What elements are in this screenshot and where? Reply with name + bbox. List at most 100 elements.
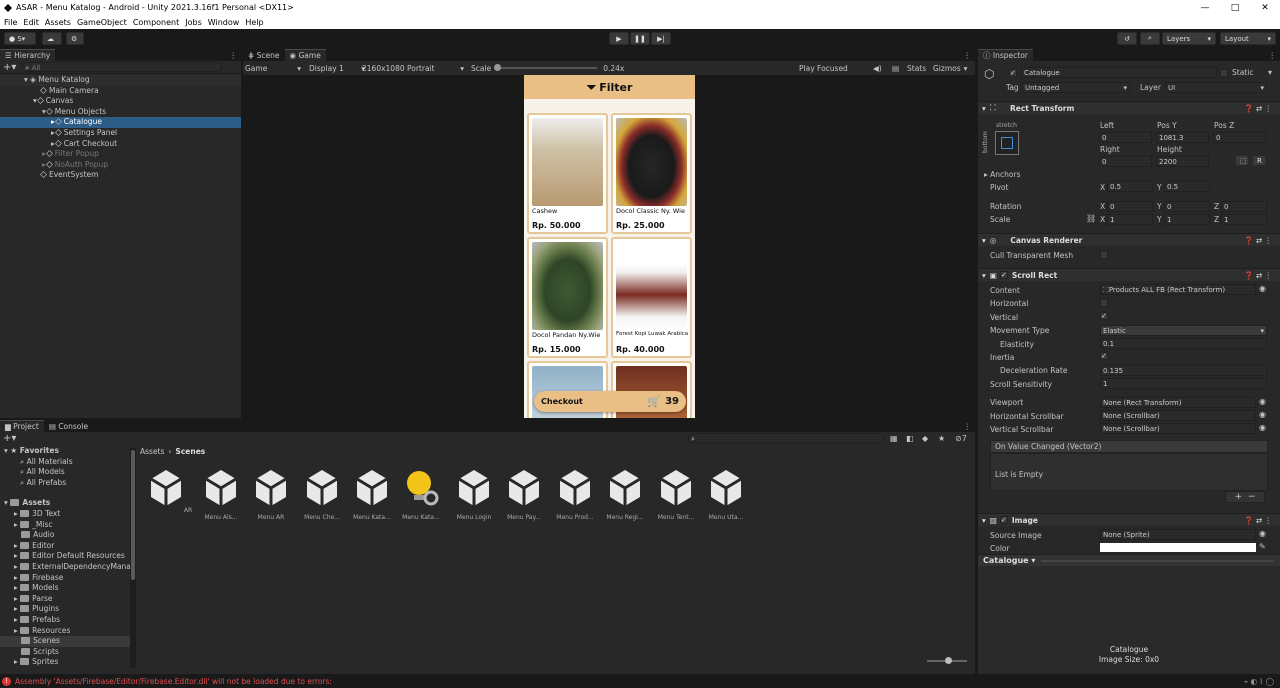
scale-x-input[interactable]: 1 — [1107, 214, 1153, 225]
folder-item[interactable]: ▸ Sprites — [0, 657, 130, 668]
resolution-dropdown[interactable]: 2160x1080 Portrait ▾ — [362, 64, 464, 73]
pivot-x-input[interactable]: 0.5 — [1107, 181, 1153, 192]
image-enabled-checkbox[interactable] — [999, 516, 1008, 524]
search-by-label-icon[interactable]: ◧ — [906, 434, 914, 443]
gizmos-dropdown[interactable]: Gizmos ▾ — [933, 64, 973, 73]
object-picker-icon[interactable]: ◉ — [1259, 529, 1266, 538]
active-checkbox[interactable] — [1009, 69, 1017, 77]
favorite-all-prefabs[interactable]: ⌕ All Prefabs — [0, 478, 130, 489]
product-card[interactable]: Docol Classic Ny. Wie Rp. 25.000 — [611, 113, 692, 234]
scale-track[interactable] — [494, 64, 598, 71]
search-button[interactable]: ⌕ — [1140, 32, 1160, 45]
close-button[interactable]: ✕ — [1250, 3, 1280, 13]
breadcrumb-scenes[interactable]: Scenes — [175, 447, 205, 456]
hierarchy-item-cart-checkout[interactable]: ▸ Cart Checkout — [0, 139, 241, 150]
step-button[interactable]: ▶| — [651, 32, 671, 45]
panel-menu-icon[interactable]: ⋮ — [964, 51, 972, 60]
scale-y-input[interactable]: 1 — [1164, 214, 1210, 225]
account-dropdown[interactable]: ● S ▾ — [4, 32, 36, 45]
movement-type-dropdown[interactable]: Elastic ▾ — [1100, 325, 1267, 336]
tag-dropdown[interactable]: Untagged ▾ — [1022, 82, 1130, 93]
folder-item[interactable]: Audio — [0, 530, 130, 541]
canvas-renderer-header[interactable]: ▾ ◎ Canvas Renderer ❓ ⇄ ⋮ — [978, 233, 1280, 246]
tab-hierarchy[interactable]: ☰ Hierarchy — [0, 49, 56, 61]
hierarchy-item-menu-katalog[interactable]: ▾ ◈ Menu Katalog — [0, 75, 241, 86]
game-mode-dropdown[interactable]: Game ▾ — [245, 64, 301, 73]
folder-item[interactable]: ▸ Plugins — [0, 604, 130, 615]
folder-item[interactable]: ▸ ExternalDependencyMana — [0, 562, 130, 573]
stats-icon[interactable]: ▤ — [892, 64, 899, 73]
hierarchy-item-menu-objects[interactable]: ▾ Menu Objects — [0, 107, 241, 118]
scene-asset[interactable]: Menu Als... — [198, 466, 244, 521]
mute-audio-icon[interactable]: ◀) — [873, 64, 882, 73]
stats-button[interactable]: Stats — [907, 64, 926, 73]
folder-item[interactable]: ▸ 3D Text — [0, 509, 130, 520]
folder-item[interactable]: ▸ Editor — [0, 541, 130, 552]
preview-splitter[interactable] — [1041, 559, 1274, 562]
tree-scrollbar-thumb[interactable] — [131, 450, 135, 580]
posz-input[interactable]: 0 — [1213, 132, 1266, 143]
hierarchy-item-canvas[interactable]: ▾ Canvas — [0, 96, 241, 107]
hierarchy-item-noauth-popup[interactable]: ▸ NoAuth Popup — [0, 160, 241, 171]
static-dropdown-icon[interactable]: ▾ — [1268, 68, 1272, 77]
assets-header[interactable]: ▾ Assets — [0, 498, 130, 509]
component-menu-icons[interactable]: ❓ ⇄ ⋮ — [1244, 104, 1272, 113]
scene-asset[interactable]: Menu Uta... — [703, 466, 749, 521]
checkout-button[interactable]: Checkout 🛒 39 — [534, 391, 686, 412]
folder-item[interactable]: ▸ Resources — [0, 626, 130, 637]
menu-edit[interactable]: Edit — [23, 18, 39, 27]
hidden-packages-icon[interactable]: ⊘7 — [955, 434, 967, 443]
panel-menu-icon[interactable]: ⋮ — [1269, 51, 1277, 60]
scale-handle[interactable] — [494, 64, 502, 71]
product-card[interactable]: Docol Pandan Ny.Wie Rp. 15.000 — [527, 237, 608, 358]
object-picker-icon[interactable]: ◉ — [1259, 410, 1266, 419]
color-swatch[interactable] — [1100, 543, 1256, 552]
blueprint-mode-button[interactable]: ⬚ — [1235, 155, 1249, 166]
scroll-rect-header[interactable]: ▾▣ Scroll Rect ❓ ⇄ ⋮ — [978, 268, 1280, 281]
scene-asset[interactable]: Menu AR — [248, 466, 294, 521]
collab-button[interactable]: ⚙ — [66, 32, 84, 45]
source-image-field[interactable]: None (Sprite) — [1100, 529, 1256, 540]
add-icon[interactable]: +▾ — [3, 62, 16, 73]
rect-transform-header[interactable]: ▾ ⸬ Rect Transform ❓ ⇄ ⋮ — [978, 101, 1280, 114]
image-header[interactable]: ▾▨ Image ❓ ⇄ ⋮ — [978, 513, 1280, 526]
vertical-checkbox[interactable] — [1100, 312, 1108, 320]
play-focused-dropdown[interactable]: Play Focused ▾ — [799, 64, 879, 73]
right-input[interactable]: 0 — [1099, 156, 1152, 167]
component-menu-icons[interactable]: ❓ ⇄ ⋮ — [1244, 516, 1272, 525]
layer-dropdown[interactable]: UI ▾ — [1165, 82, 1267, 93]
hierarchy-item-settings-panel[interactable]: ▸ Settings Panel — [0, 128, 241, 139]
object-picker-icon[interactable]: ◉ — [1259, 397, 1266, 406]
menu-file[interactable]: File — [4, 18, 17, 27]
elasticity-input[interactable]: 0.1 — [1100, 338, 1267, 349]
scene-asset[interactable]: Menu Che... — [299, 466, 345, 521]
scene-asset[interactable]: Menu Regi... — [602, 466, 648, 521]
scene-asset[interactable]: Menu Login — [451, 466, 497, 521]
menu-help[interactable]: Help — [245, 18, 263, 27]
inertia-checkbox[interactable] — [1100, 352, 1108, 360]
content-object-field[interactable]: ⸬Products ALL FB (Rect Transform) — [1100, 284, 1256, 295]
anchor-presets-button[interactable] — [995, 131, 1019, 155]
pause-button[interactable]: ❚❚ — [630, 32, 650, 45]
tag-icon[interactable]: ◆ — [922, 434, 928, 443]
rotation-x-input[interactable]: 0 — [1107, 201, 1153, 212]
scale-z-input[interactable]: 1 — [1221, 214, 1267, 225]
folder-item[interactable]: ▸ Firebase — [0, 573, 130, 584]
posy-input[interactable]: 1081.3 — [1156, 132, 1209, 143]
component-menu-icons[interactable]: ❓ ⇄ ⋮ — [1244, 271, 1272, 280]
menu-assets[interactable]: Assets — [45, 18, 71, 27]
preview-dropdown[interactable]: Catalogue ▾ — [983, 556, 1035, 565]
anchors-foldout[interactable]: ▸ Anchors — [984, 170, 1021, 179]
viewport-object-field[interactable]: None (Rect Transform) — [1100, 397, 1256, 408]
layers-dropdown[interactable]: Layers ▾ — [1162, 32, 1216, 45]
folder-item[interactable]: ▸ Parse — [0, 594, 130, 605]
scene-asset[interactable]: Menu Pay... — [501, 466, 547, 521]
eyedropper-icon[interactable]: ✎ — [1259, 542, 1266, 551]
maximize-button[interactable]: □ — [1220, 3, 1250, 13]
hierarchy-search-input[interactable]: ⌕ All — [22, 62, 223, 72]
folder-item[interactable]: ▸ _Misc — [0, 520, 130, 531]
raw-edit-button[interactable]: R — [1252, 155, 1266, 166]
constrain-proportions-icon[interactable]: ⛓ — [1086, 214, 1096, 223]
hierarchy-item-main-camera[interactable]: Main Camera — [0, 86, 241, 97]
component-menu-icons[interactable]: ❓ ⇄ ⋮ — [1244, 236, 1272, 245]
